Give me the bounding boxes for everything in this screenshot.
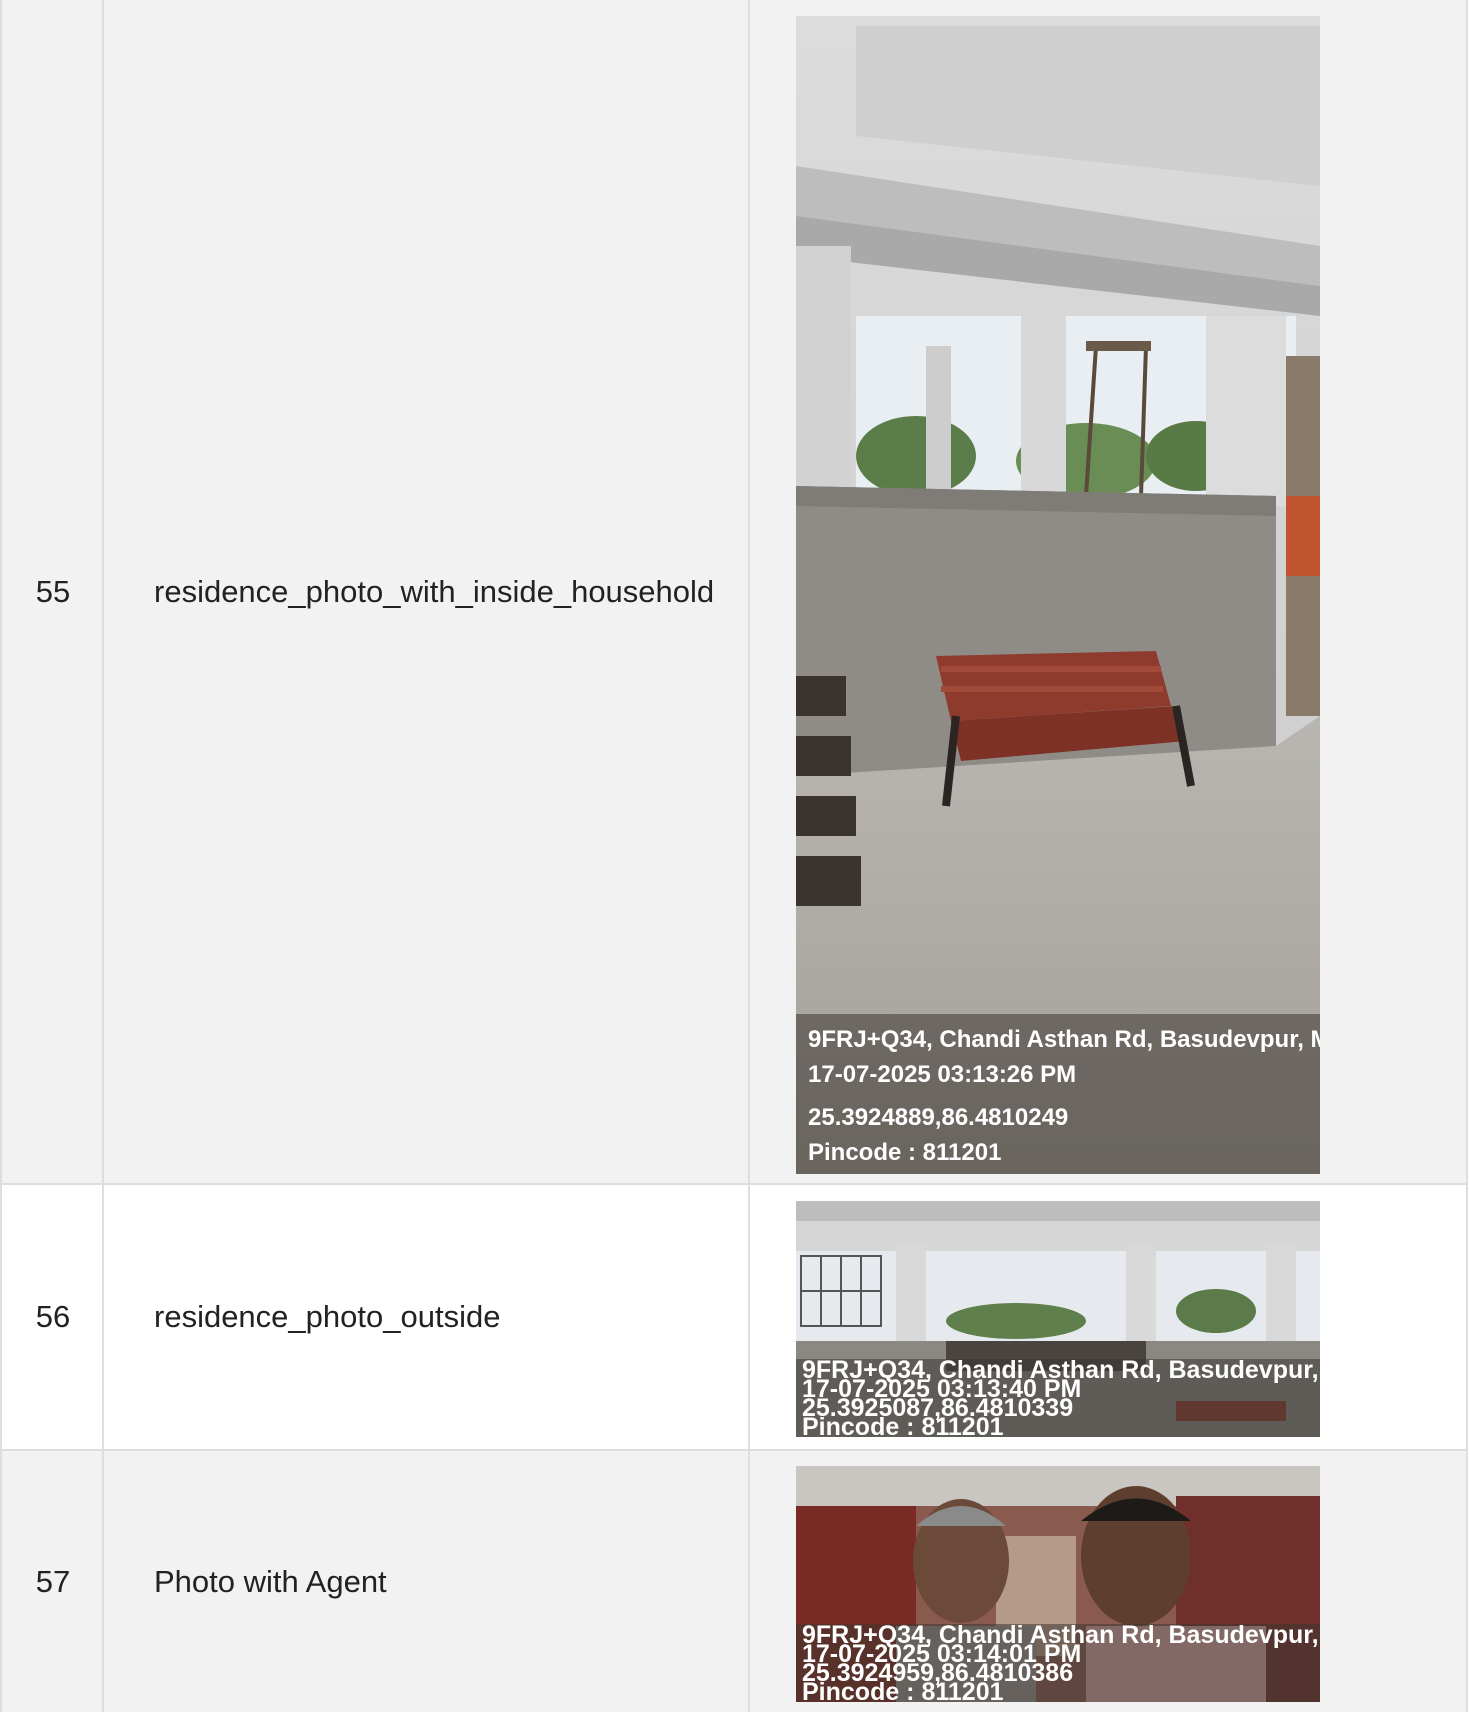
geotag-address: 9FRJ+Q34, Chandi Asthan Rd, Basudevpur, …	[808, 1026, 1320, 1053]
photo-geotag-overlay: 9FRJ+Q34, Chandi Asthan Rd, Basudevpur, …	[796, 1624, 1320, 1702]
geotag-coords: 25.3924889,86.4810249	[808, 1104, 1069, 1131]
row-number-cell: 55	[2, 0, 104, 1183]
field-name: Photo with Agent	[154, 1563, 387, 1599]
row-number: 57	[35, 1563, 71, 1599]
field-name: residence_photo_outside	[154, 1299, 501, 1334]
building-bench-photo-icon	[796, 16, 1320, 1174]
photo-with-agent[interactable]: 9FRJ+Q34, Chandi Asthan Rd, Basudevpur, …	[796, 1466, 1320, 1702]
row-number-cell: 57	[2, 1451, 104, 1712]
geotag-datetime: 17-07-2025 03:13:26 PM	[808, 1061, 1077, 1088]
photo-cell: 9FRJ+Q34, Chandi Asthan Rd, Basudevpur, …	[750, 1185, 1468, 1449]
photo-cell: 9FRJ+Q34, Chandi Asthan Rd, Basudevpur, …	[750, 0, 1468, 1183]
row-number: 55	[35, 573, 71, 609]
field-name-cell: Photo with Agent	[104, 1451, 750, 1712]
table-row: 56 residence_photo_outside 9FRJ+Q34, Cha…	[2, 1185, 1468, 1451]
photo-cell: 9FRJ+Q34, Chandi Asthan Rd, Basudevpur, …	[750, 1451, 1468, 1712]
row-number: 56	[35, 1299, 71, 1334]
photo-geotag-overlay: 9FRJ+Q34, Chandi Asthan Rd, Basudevpur, …	[796, 1359, 1320, 1437]
field-name: residence_photo_with_inside_household	[154, 573, 715, 609]
table-row: 57 Photo with Agent 9FRJ+Q34, Chandi Ast…	[2, 1451, 1468, 1712]
residence-outside-photo[interactable]: 9FRJ+Q34, Chandi Asthan Rd, Basudevpur, …	[796, 1201, 1320, 1437]
geotag-pincode: Pincode : 811201	[808, 1139, 1002, 1166]
table-row: 55 residence_photo_with_inside_household	[2, 0, 1468, 1185]
field-name-cell: residence_photo_with_inside_household	[104, 0, 750, 1183]
photo-geotag-overlay: 9FRJ+Q34, Chandi Asthan Rd, Basudevpur, …	[796, 1014, 1320, 1174]
field-name-cell: residence_photo_outside	[104, 1185, 750, 1449]
residence-inside-photo[interactable]: 9FRJ+Q34, Chandi Asthan Rd, Basudevpur, …	[796, 16, 1320, 1174]
row-number-cell: 56	[2, 1185, 104, 1449]
